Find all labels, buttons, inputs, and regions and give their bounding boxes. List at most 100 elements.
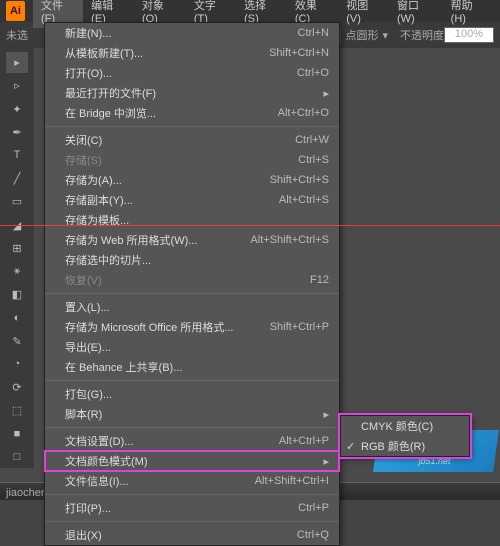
tool-artboard[interactable]: ⬚: [6, 400, 28, 421]
menu-item-label: 存储副本(Y)...: [65, 192, 269, 208]
file-menu-item-0[interactable]: 新建(N)... Ctrl+N: [45, 23, 339, 43]
file-menu-item-6[interactable]: 关闭(C) Ctrl+W: [45, 130, 339, 150]
tool-pen[interactable]: ✒: [6, 122, 28, 143]
file-menu-item-16[interactable]: 存储为 Microsoft Office 所用格式... Shift+Ctrl+P: [45, 317, 339, 337]
tool-magic[interactable]: ✦: [6, 98, 28, 119]
menu-separator: [45, 494, 339, 495]
tool-rotate[interactable]: ⚹: [6, 261, 28, 282]
menu-item-label: 打开(O)...: [65, 65, 287, 81]
opacity-label: 不透明度: [400, 27, 444, 43]
menu-separator: [45, 521, 339, 522]
file-menu-item-25[interactable]: 文件信息(I)... Alt+Shift+Ctrl+I: [45, 471, 339, 491]
submenu-cmyk[interactable]: CMYK 颜色(C): [341, 416, 469, 436]
menu-item-label: 新建(N)...: [65, 25, 288, 41]
menu-item-label: 恢复(V): [65, 272, 300, 288]
file-menu-item-2[interactable]: 打开(O)...Ctrl+O: [45, 63, 339, 83]
color-mode-submenu: CMYK 颜色(C) ✓ RGB 颜色(R): [340, 415, 470, 457]
file-menu-item-4[interactable]: 在 Bridge 中浏览... Alt+Ctrl+O: [45, 103, 339, 123]
file-menu-item-11[interactable]: 存储为 Web 所用格式(W)... Alt+Shift+Ctrl+S: [45, 230, 339, 250]
menu-item-label: 置入(L)...: [65, 299, 329, 315]
menu-item-label: 存储(S): [65, 152, 288, 168]
menu-separator: [45, 427, 339, 428]
menu-item-shortcut: Alt+Ctrl+S: [279, 194, 329, 206]
file-menu-item-21[interactable]: 脚本(R)▸: [45, 404, 339, 424]
menu-item-shortcut: F12: [310, 274, 329, 286]
menu-item-shortcut: Alt+Ctrl+P: [279, 435, 329, 447]
tool-selection[interactable]: ▸: [6, 52, 28, 73]
tool-rectangle[interactable]: ▭: [6, 191, 28, 212]
file-menu-item-10[interactable]: 存储为模板...: [45, 210, 339, 230]
file-menu-item-20[interactable]: 打包(G)...: [45, 384, 339, 404]
menu-window[interactable]: 窗口(W): [389, 0, 443, 28]
fill-swatch[interactable]: ■: [6, 424, 28, 445]
menu-item-label: 最近打开的文件(F): [65, 85, 317, 101]
tool-gradient[interactable]: ⟳: [6, 377, 28, 398]
tool-type[interactable]: T: [6, 145, 28, 166]
menu-item-shortcut: Ctrl+S: [298, 154, 329, 166]
file-menu-item-1[interactable]: 从模板新建(T)... Shift+Ctrl+N: [45, 43, 339, 63]
menu-separator: [45, 380, 339, 381]
menu-item-label: 从模板新建(T)...: [65, 45, 259, 61]
menu-item-label: 文档颜色模式(M): [65, 453, 317, 469]
tool-grid[interactable]: ⊞: [6, 238, 28, 259]
chevron-down-icon[interactable]: ▾: [382, 29, 388, 42]
file-menu-item-27[interactable]: 打印(P)... Ctrl+P: [45, 498, 339, 518]
file-menu-dropdown: 新建(N)... Ctrl+N 从模板新建(T)... Shift+Ctrl+N 打开(…: [44, 22, 340, 546]
menu-item-shortcut: Alt+Shift+Ctrl+I: [255, 475, 329, 487]
submenu-cmyk-label: CMYK 颜色(C): [361, 418, 459, 434]
tool-width[interactable]: ◐: [6, 307, 28, 328]
file-menu-item-3[interactable]: 最近打开的文件(F) ▸: [45, 83, 339, 103]
menu-help[interactable]: 帮助(H): [443, 0, 494, 28]
file-menu-item-17[interactable]: 导出(E)...: [45, 337, 339, 357]
menu-item-label: 导出(E)...: [65, 339, 329, 355]
tool-scale[interactable]: ◧: [6, 284, 28, 305]
file-menu-item-29[interactable]: 退出(X) Ctrl+Q: [45, 525, 339, 545]
toolbox: ▸ ▹ ✦ ✒ T ╱ ▭ ◢ ⊞ ⚹ ◧ ◐ ✎ ◔ ⟳ ⬚ ■ □: [0, 48, 34, 468]
submenu-arrow-icon: ▸: [323, 455, 329, 468]
menu-view[interactable]: 视图(V): [338, 0, 389, 28]
file-menu-item-13: 恢复(V) F12: [45, 270, 339, 290]
stroke-label: 点圆形: [345, 27, 378, 43]
file-menu-item-24[interactable]: 文档颜色模式(M) ▸: [45, 451, 339, 471]
menu-separator: [45, 293, 339, 294]
check-icon: ✓: [346, 440, 355, 453]
menu-item-label: 文件信息(I)...: [65, 473, 245, 489]
menu-item-label: 存储选中的切片...: [65, 252, 329, 268]
file-menu-item-12[interactable]: 存储选中的切片...: [45, 250, 339, 270]
opacity-value[interactable]: 100%: [444, 27, 494, 43]
menu-item-label: 退出(X): [65, 527, 287, 543]
menu-item-shortcut: Shift+Ctrl+P: [270, 321, 329, 333]
menu-item-shortcut: Ctrl+W: [295, 134, 329, 146]
menu-separator: [45, 126, 339, 127]
menu-item-label: 关闭(C): [65, 132, 285, 148]
submenu-rgb-label: RGB 颜色(R): [361, 438, 459, 454]
menu-item-shortcut: Ctrl+N: [298, 27, 329, 39]
menu-item-label: 打印(P)...: [65, 500, 288, 516]
submenu-rgb[interactable]: ✓ RGB 颜色(R): [341, 436, 469, 456]
file-menu-item-7: 存储(S) Ctrl+S: [45, 150, 339, 170]
file-menu-item-9[interactable]: 存储副本(Y)... Alt+Ctrl+S: [45, 190, 339, 210]
menu-item-shortcut: Shift+Ctrl+S: [270, 174, 329, 186]
app-logo: Ai: [6, 1, 25, 21]
submenu-arrow-icon: ▸: [323, 87, 329, 100]
file-menu-item-15[interactable]: 置入(L)...: [45, 297, 339, 317]
tool-direct[interactable]: ▹: [6, 75, 28, 96]
menu-item-shortcut: Shift+Ctrl+N: [269, 47, 329, 59]
menu-item-label: 存储为(A)...: [65, 172, 260, 188]
menu-item-shortcut: Alt+Ctrl+O: [278, 107, 329, 119]
menu-item-label: 存储为 Microsoft Office 所用格式...: [65, 319, 260, 335]
menu-item-shortcut: Ctrl+P: [298, 502, 329, 514]
stroke-swatch[interactable]: □: [6, 447, 28, 468]
menu-item-label: 存储为 Web 所用格式(W)...: [65, 232, 240, 248]
file-menu-item-8[interactable]: 存储为(A)... Shift+Ctrl+S: [45, 170, 339, 190]
tool-mesh[interactable]: ◔: [6, 354, 28, 375]
tool-pencil[interactable]: ✎: [6, 331, 28, 352]
menu-item-shortcut: Alt+Shift+Ctrl+S: [250, 234, 329, 246]
app-root: Ai 文件(F) 编辑(E) 对象(O) 文字(T) 选择(S) 效果(C) 视…: [0, 0, 500, 500]
menu-item-label: 在 Bridge 中浏览...: [65, 105, 268, 121]
menu-item-shortcut: Ctrl+Q: [297, 529, 329, 541]
tool-line[interactable]: ╱: [6, 168, 28, 189]
file-menu-item-23[interactable]: 文档设置(D)...Alt+Ctrl+P: [45, 431, 339, 451]
menu-item-label: 在 Behance 上共享(B)...: [65, 359, 329, 375]
file-menu-item-18[interactable]: 在 Behance 上共享(B)...: [45, 357, 339, 377]
